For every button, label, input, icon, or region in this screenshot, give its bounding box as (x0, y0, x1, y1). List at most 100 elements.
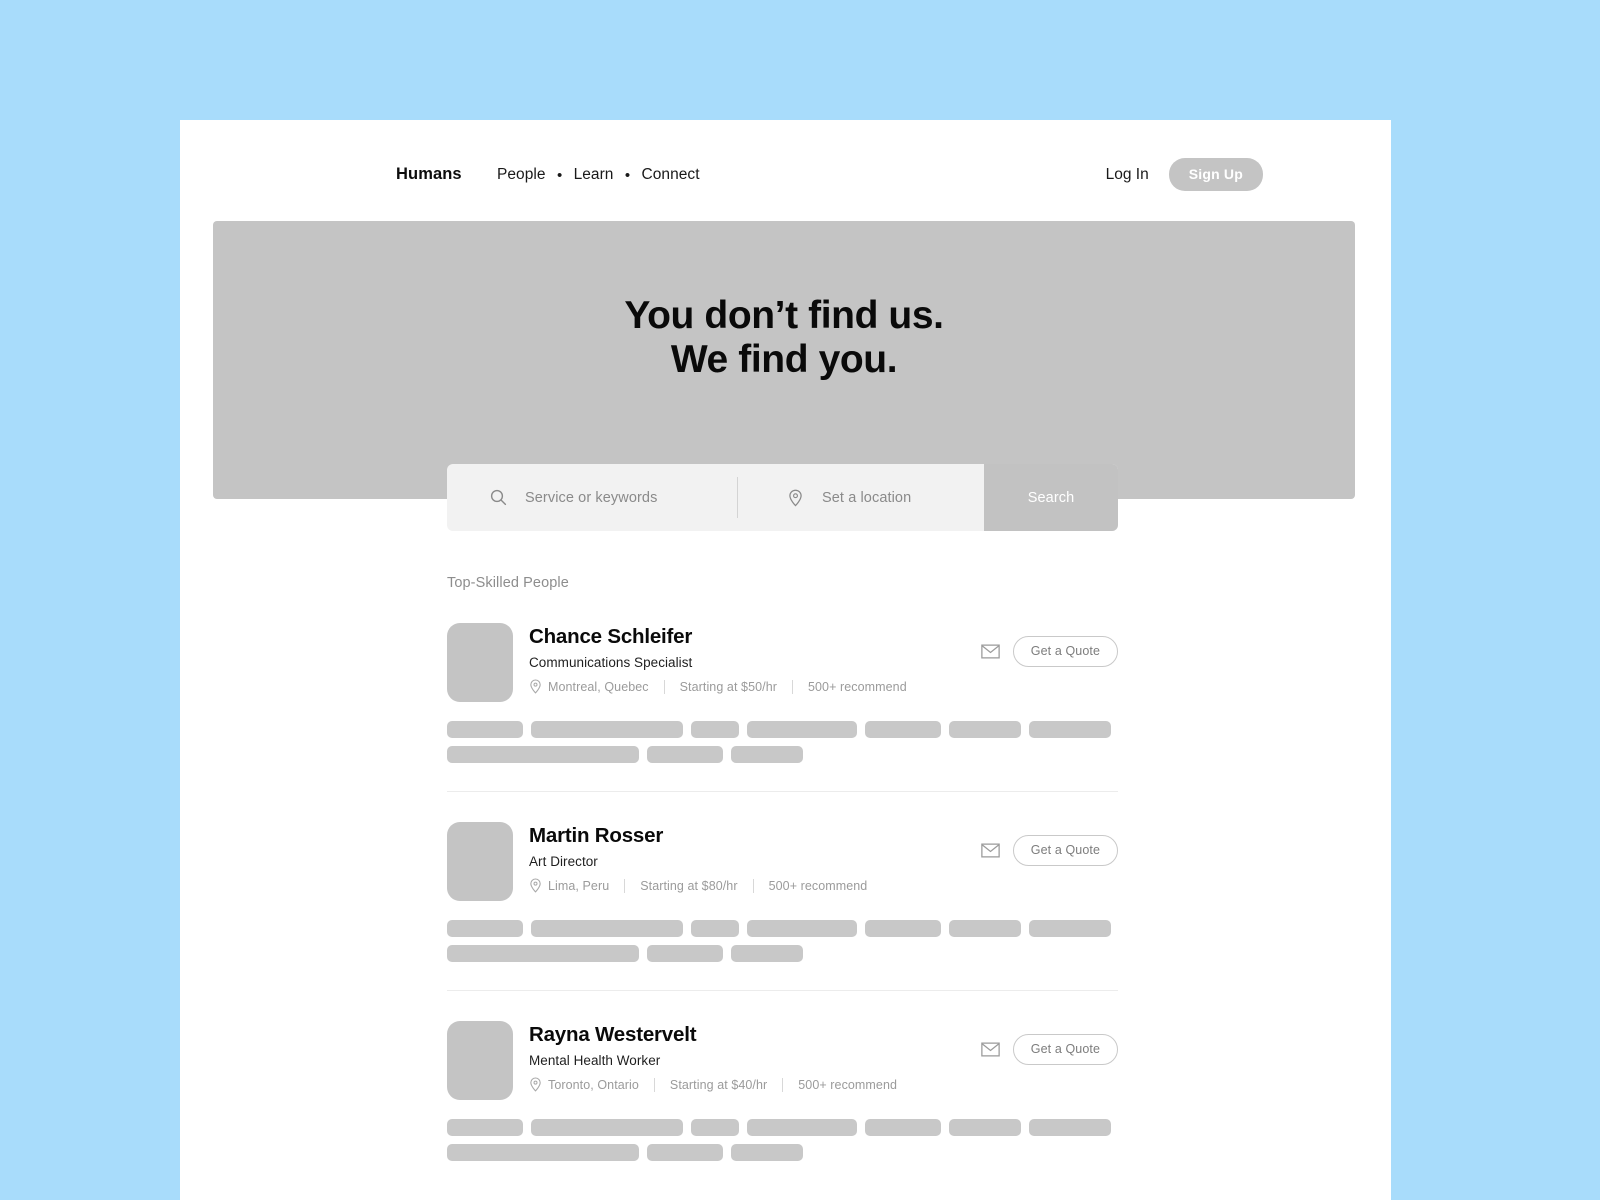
skeleton-tag (949, 1119, 1021, 1136)
skeleton-tag (447, 746, 639, 763)
person-meta: Montreal, Quebec Starting at $50/hr 500+ r… (529, 679, 907, 694)
person-name: Martin Rosser (529, 824, 664, 847)
meta-separator (624, 878, 626, 893)
location-search-placeholder: Set a location (822, 489, 912, 506)
skeleton-row (447, 920, 1118, 937)
card-spacer (447, 991, 1118, 1020)
skeleton-tag (1029, 920, 1111, 937)
nav-item-people[interactable]: People (497, 166, 546, 184)
person-location: Lima, Peru (548, 878, 610, 893)
person-card-main: Rayna Westervelt Mental Health Worker Toro… (447, 1020, 1118, 1100)
skeleton-tags (447, 920, 1118, 962)
skeleton-tag (747, 721, 857, 738)
avatar (447, 822, 513, 901)
person-details: Chance Schleifer Communications Specialis… (529, 622, 907, 694)
mail-icon[interactable] (981, 1042, 1000, 1057)
person-card-actions: Get a Quote (981, 636, 1118, 667)
skeleton-row (447, 746, 1118, 763)
location-search-field[interactable]: Set a location (744, 464, 994, 531)
card-divider (447, 990, 1118, 991)
skeleton-tag (1029, 1119, 1111, 1136)
person-meta: Lima, Peru Starting at $80/hr 500+ recomme… (529, 878, 868, 893)
nav-item-learn[interactable]: Learn (574, 166, 614, 184)
mail-icon[interactable] (981, 843, 1000, 858)
skeleton-tag (647, 746, 723, 763)
skeleton-tag (949, 721, 1021, 738)
skeleton-tag (747, 1119, 857, 1136)
page-panel: Humans People • Learn • Connect Log In S… (180, 120, 1391, 1200)
skeleton-tag (731, 746, 803, 763)
brand-logo[interactable]: Humans (396, 165, 462, 184)
nav-item-connect[interactable]: Connect (641, 166, 699, 184)
person-role: Mental Health Worker (529, 1052, 661, 1068)
skeleton-tag (447, 945, 639, 962)
signup-button[interactable]: Sign Up (1168, 158, 1263, 191)
person-card-main: Chance Schleifer Communications Specialis… (447, 622, 1118, 702)
skeleton-row (447, 721, 1118, 738)
person-rate: Starting at $40/hr (669, 1077, 768, 1092)
nav-separator-dot: • (624, 166, 631, 184)
person-rate: Starting at $80/hr (640, 878, 738, 893)
skeleton-tag (691, 721, 739, 738)
person-rate: Starting at $50/hr (679, 679, 777, 694)
skeleton-tag (647, 1144, 723, 1161)
login-link[interactable]: Log In (1102, 160, 1153, 190)
person-card-actions: Get a Quote (981, 835, 1118, 866)
search-icon (489, 489, 507, 507)
skeleton-tag (447, 721, 523, 738)
skeleton-tag (691, 920, 739, 937)
skeleton-tag (447, 920, 523, 937)
skeleton-tag (747, 920, 857, 937)
map-pin-icon (529, 679, 542, 694)
skeleton-tag (647, 945, 723, 962)
primary-nav: People • Learn • Connect (497, 166, 700, 184)
hero-banner: You don’t find us. We find you. (213, 221, 1355, 499)
search-bar: Service or keywords Set a location Searc… (447, 464, 1118, 531)
skeleton-tag (865, 1119, 941, 1136)
get-a-quote-button[interactable]: Get a Quote (1012, 636, 1118, 667)
skeleton-tag (865, 721, 941, 738)
skeleton-tag (531, 920, 683, 937)
get-a-quote-button[interactable]: Get a Quote (1012, 1034, 1118, 1065)
skeleton-tag (731, 945, 803, 962)
skeleton-tag (731, 1144, 803, 1161)
get-a-quote-button[interactable]: Get a Quote (1012, 835, 1118, 866)
skeleton-tag (1029, 721, 1111, 738)
mail-icon[interactable] (981, 644, 1000, 659)
person-name: Rayna Westervelt (529, 1023, 697, 1046)
skeleton-tag (949, 920, 1021, 937)
skeleton-tag (865, 920, 941, 937)
results-section-label: Top-Skilled People (447, 575, 569, 591)
person-location: Toronto, Ontario (548, 1077, 639, 1092)
person-card-main: Martin Rosser Art Director Lima, Peru Start… (447, 821, 1118, 901)
service-search-placeholder: Service or keywords (525, 489, 658, 506)
search-field-divider (737, 477, 738, 518)
avatar (447, 623, 513, 702)
hero-title-line-2: We find you. (670, 337, 898, 381)
map-pin-icon (786, 489, 804, 507)
person-recommendations: 500+ recommend (807, 679, 907, 694)
skeleton-row (447, 945, 1118, 962)
meta-separator (782, 1077, 784, 1092)
skeleton-tags (447, 1119, 1118, 1161)
service-search-field[interactable]: Service or keywords (447, 464, 737, 531)
skeleton-tag (691, 1119, 739, 1136)
results-section: Top-Skilled People Chance Schleifer Commu… (447, 575, 1118, 1169)
skeleton-row (447, 1119, 1118, 1136)
search-button[interactable]: Search (984, 464, 1118, 531)
person-card: Martin Rosser Art Director Lima, Peru Start… (447, 821, 1118, 991)
card-divider (447, 791, 1118, 792)
skeleton-row (447, 1144, 1118, 1161)
person-card: Chance Schleifer Communications Specialis… (447, 622, 1118, 792)
person-details: Rayna Westervelt Mental Health Worker Toro… (529, 1020, 897, 1092)
person-role: Art Director (529, 853, 598, 869)
person-location: Montreal, Quebec (548, 679, 649, 694)
skeleton-tags (447, 721, 1118, 763)
skeleton-tag (447, 1144, 639, 1161)
meta-separator (752, 878, 754, 893)
meta-separator (791, 679, 793, 694)
person-name: Chance Schleifer (529, 625, 693, 648)
person-details: Martin Rosser Art Director Lima, Peru Start… (529, 821, 867, 893)
person-recommendations: 500+ recommend (768, 878, 868, 893)
skeleton-tag (447, 1119, 523, 1136)
